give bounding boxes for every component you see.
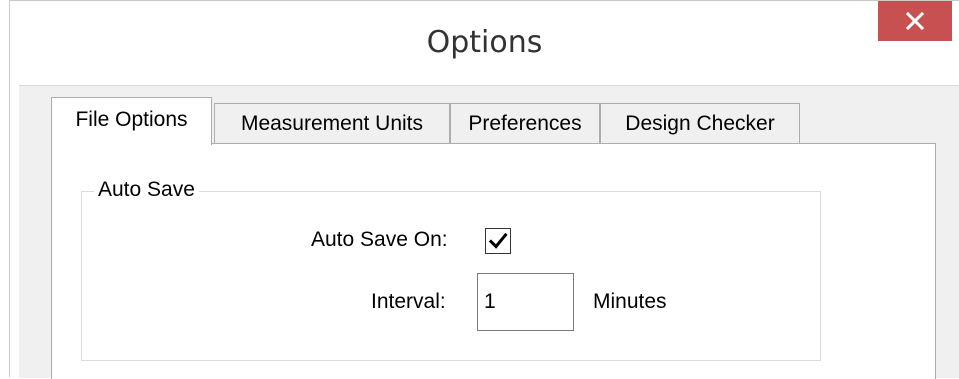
interval-unit-label: Minutes — [593, 290, 667, 313]
dialog-title: Options — [426, 25, 543, 60]
close-x-icon — [906, 12, 924, 30]
tab-measurement-units[interactable]: Measurement Units — [214, 103, 450, 144]
auto-save-group-label: Auto Save — [94, 178, 199, 202]
options-dialog: Options File Options Measurement Units P… — [9, 0, 959, 379]
tab-preferences[interactable]: Preferences — [450, 103, 600, 144]
auto-save-on-label: Auto Save On: — [311, 228, 448, 251]
close-button[interactable] — [878, 1, 952, 41]
tab-design-checker[interactable]: Design Checker — [600, 103, 800, 144]
auto-save-groupbox: Auto Save Auto Save On: Interval: Minute… — [81, 178, 821, 361]
dialog-client-area: File Options Measurement Units Preferenc… — [19, 85, 959, 379]
checkmark-icon — [488, 232, 508, 249]
interval-input[interactable] — [477, 273, 574, 331]
title-bar[interactable]: Options — [10, 1, 959, 85]
tab-file-options[interactable]: File Options — [51, 97, 212, 145]
interval-label: Interval: — [371, 290, 446, 313]
file-options-panel: Auto Save Auto Save On: Interval: Minute… — [51, 143, 936, 379]
auto-save-on-checkbox[interactable] — [485, 228, 511, 254]
